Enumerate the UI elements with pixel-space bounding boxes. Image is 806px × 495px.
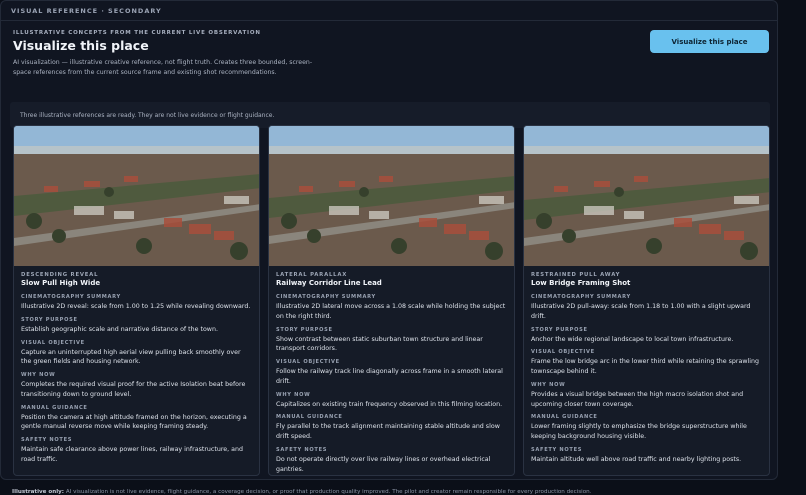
purpose-label: STORY PURPOSE <box>21 316 78 323</box>
guidance-text: Fly parallel to the track alignment main… <box>276 423 500 440</box>
panel-topbar: VISUAL REFERENCE · SECONDARY <box>1 1 777 21</box>
objective-text: Frame the low bridge arc in the lower th… <box>531 358 760 375</box>
objective-text: Follow the railway track line diagonally… <box>276 368 503 385</box>
safety-label: SAFETY NOTES <box>21 437 73 443</box>
reference-image <box>14 126 259 266</box>
guidance-text: Position the camera at high altitude fra… <box>21 413 247 431</box>
objective-text: Capture an uninterrupted high aerial vie… <box>21 348 241 366</box>
aerial-town-image <box>269 126 514 266</box>
guidance-text: Lower framing slightly to emphasize the … <box>531 423 747 440</box>
card-title: Railway Corridor Line Lead <box>276 279 382 287</box>
reference-image <box>524 126 769 266</box>
guidance-label: MANUAL GUIDANCE <box>21 404 88 411</box>
why-text: Completes the required visual proof for … <box>21 381 246 398</box>
reference-image <box>269 126 514 266</box>
card-title: Slow Pull High Wide <box>21 279 101 287</box>
card-body: RESTRAINED PULL AWAY Low Bridge Framing … <box>524 266 769 471</box>
why-label: WHY NOW <box>276 391 311 398</box>
card-kicker: DESCENDING REVEAL <box>21 272 99 278</box>
why-text: Provides a visual bridge between the hig… <box>531 390 744 408</box>
summary-text: Illustrative 2D pull-away: scale from 1.… <box>531 303 751 320</box>
safety-text: Maintain safe clearance above power line… <box>21 446 243 463</box>
card-title: Low Bridge Framing Shot <box>531 279 631 287</box>
guidance-label: MANUAL GUIDANCE <box>276 414 343 421</box>
why-text: Capitalizes on existing train frequency … <box>276 400 503 408</box>
visual-reference-panel: VISUAL REFERENCE · SECONDARY ILLUSTRATIV… <box>0 0 778 480</box>
safety-text: Maintain altitude well above road traffi… <box>531 455 742 463</box>
guidance-label: MANUAL GUIDANCE <box>531 414 598 421</box>
purpose-label: STORY PURPOSE <box>276 326 333 333</box>
objective-label: VISUAL OBJECTIVE <box>21 339 85 346</box>
disclaimer-text: AI visualization is not live evidence, f… <box>65 489 592 495</box>
summary-label: CINEMATOGRAPHY SUMMARY <box>531 294 631 300</box>
disclaimer-lead: Illustrative only: <box>12 489 65 495</box>
summary-text: Illustrative 2D reveal: scale from 1.00 … <box>21 303 251 310</box>
card-body: DESCENDING REVEAL Slow Pull High Wide CI… <box>14 266 259 471</box>
reference-card[interactable]: RESTRAINED PULL AWAY Low Bridge Framing … <box>523 125 770 476</box>
aerial-town-image <box>14 126 259 266</box>
safety-label: SAFETY NOTES <box>276 446 328 453</box>
purpose-text: Anchor the wide regional landscape to lo… <box>531 335 734 343</box>
safety-label: SAFETY NOTES <box>531 446 583 453</box>
purpose-text: Establish geographic scale and narrative… <box>21 325 218 333</box>
card-body: LATERAL PARALLAX Railway Corridor Line L… <box>269 266 514 475</box>
summary-text: Illustrative 2D lateral move across a 1.… <box>276 303 506 320</box>
reference-card[interactable]: LATERAL PARALLAX Railway Corridor Line L… <box>268 125 515 476</box>
safety-text: Do not operate directly over live railwa… <box>276 455 491 473</box>
card-kicker: RESTRAINED PULL AWAY <box>531 272 621 278</box>
disclaimer-footer: Illustrative only: AI visualization is n… <box>12 489 591 495</box>
why-label: WHY NOW <box>21 372 56 378</box>
header-subtitle: AI visualization — illustrative creative… <box>13 59 313 76</box>
reference-card[interactable]: DESCENDING REVEAL Slow Pull High Wide CI… <box>13 125 260 476</box>
objective-label: VISUAL OBJECTIVE <box>276 359 340 365</box>
panel-header: ILLUSTRATIVE CONCEPTS FROM THE CURRENT L… <box>1 21 777 128</box>
aerial-town-image <box>524 126 769 266</box>
visualize-button[interactable]: Visualize this place <box>650 30 769 53</box>
summary-label: CINEMATOGRAPHY SUMMARY <box>21 294 121 300</box>
why-label: WHY NOW <box>531 381 566 388</box>
summary-label: CINEMATOGRAPHY SUMMARY <box>276 294 376 300</box>
card-kicker: LATERAL PARALLAX <box>276 272 348 278</box>
purpose-label: STORY PURPOSE <box>531 326 588 333</box>
reference-cards: DESCENDING REVEAL Slow Pull High Wide CI… <box>13 125 770 476</box>
panel-title: VISUAL REFERENCE · SECONDARY <box>11 6 162 15</box>
purpose-text: Show contrast between static suburban to… <box>276 335 483 353</box>
objective-label: VISUAL OBJECTIVE <box>531 349 595 356</box>
